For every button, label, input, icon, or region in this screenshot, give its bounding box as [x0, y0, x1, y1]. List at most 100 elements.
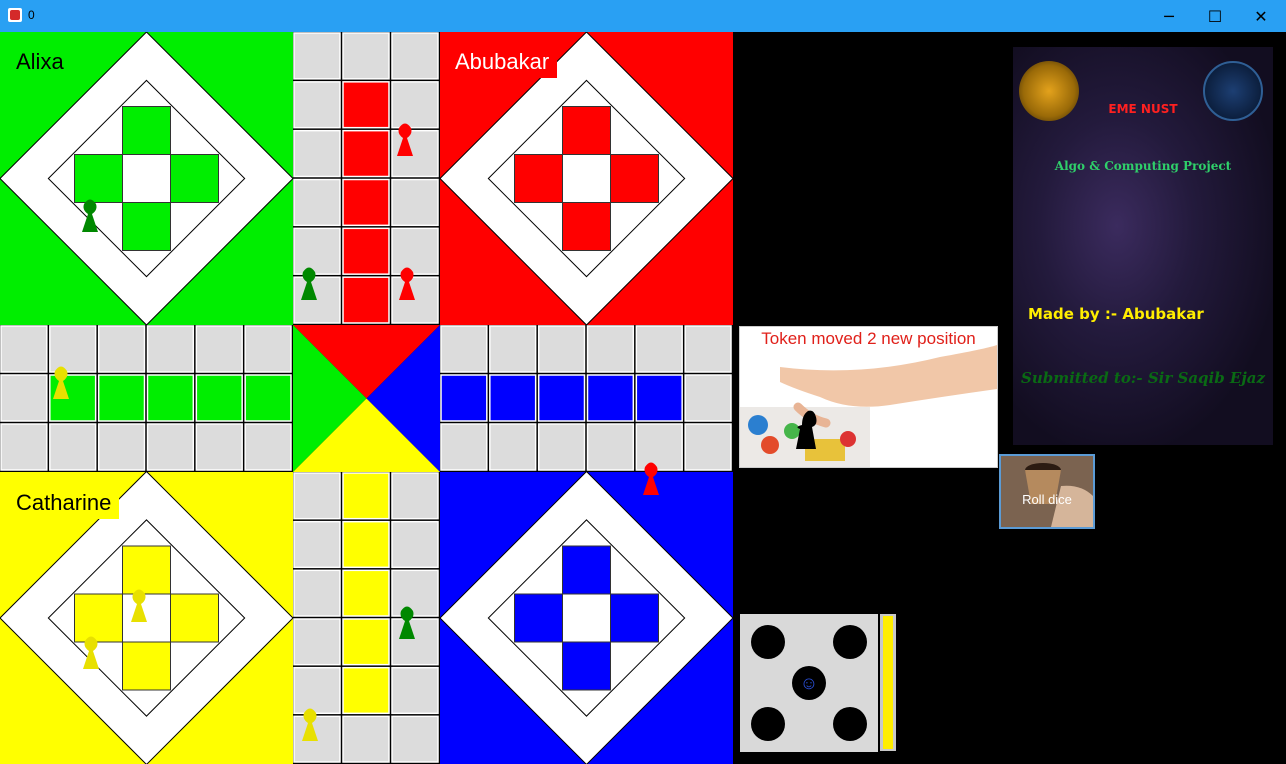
- home-red-slot: [562, 106, 611, 155]
- track-cell: [49, 325, 97, 373]
- track-cell: [440, 423, 488, 471]
- track-cell: [391, 472, 439, 520]
- track-cell: [684, 423, 732, 471]
- track-cell: [342, 520, 390, 569]
- submitted-to-text: Submitted to:- Sir Saqib Ejaz: [1021, 369, 1266, 387]
- track-cell: [195, 423, 243, 471]
- track-cell: [684, 374, 732, 422]
- track-cell: [342, 81, 390, 129]
- track-cell: [342, 618, 390, 666]
- roll-dice-button[interactable]: Roll dice: [999, 454, 1095, 529]
- track-cell: [342, 569, 390, 617]
- track-cell: [391, 178, 439, 227]
- track-cell: [391, 227, 439, 275]
- side-panel: EME NUST Algo & Computing Project Made b…: [733, 32, 1286, 764]
- track-cell: [586, 374, 635, 422]
- track-cell: [635, 325, 683, 373]
- power-meter-fill: [883, 616, 893, 749]
- track-cell: [342, 129, 390, 178]
- track-cell: [635, 423, 683, 471]
- home-red-slot: [514, 154, 563, 203]
- track-cell: [195, 374, 243, 422]
- track-cell: [244, 374, 292, 422]
- track-cell: [391, 276, 439, 324]
- track-cell: [489, 423, 537, 471]
- home-green-center: [122, 154, 171, 203]
- track-cell: [293, 276, 341, 324]
- track-cell: [440, 325, 488, 373]
- player-name-alixa: Alixa: [8, 46, 72, 78]
- track-cell: [293, 472, 341, 520]
- home-blue-slot: [562, 641, 611, 691]
- home-yellow-slot: [170, 593, 219, 643]
- track-cell: [440, 374, 488, 422]
- track-cell: [391, 81, 439, 129]
- home-blue-center: [562, 593, 611, 643]
- dice-pip: [833, 707, 868, 742]
- home-blue-slot: [562, 545, 611, 595]
- track-cell: [342, 178, 390, 227]
- player-name-catharine: Catharine: [8, 487, 120, 519]
- track-cell: [342, 715, 390, 763]
- home-red-slot: [562, 202, 611, 251]
- home-green-slot: [122, 106, 171, 155]
- track-cell: [635, 374, 683, 422]
- track-cell: [0, 325, 48, 373]
- project-subtitle: Algo & Computing Project: [1054, 159, 1232, 173]
- track-cell: [342, 472, 390, 520]
- home-red-center: [562, 154, 611, 203]
- home-red-slot: [610, 154, 659, 203]
- minimize-button[interactable]: ─: [1146, 0, 1192, 32]
- track-cell: [586, 325, 635, 373]
- home-blue-slot: [514, 593, 563, 643]
- track-cell: [0, 423, 48, 471]
- home-yellow-slot: [74, 593, 123, 643]
- track-cell: [97, 325, 146, 373]
- track-cell: [146, 374, 195, 422]
- track-cell: [537, 423, 586, 471]
- home-yellow-slot: [122, 545, 171, 595]
- track-cell: [684, 325, 732, 373]
- status-message-card: Token moved 2 new position: [739, 326, 998, 468]
- track-cell: [146, 423, 195, 471]
- track-cell: [293, 618, 341, 666]
- track-cell: [391, 520, 439, 569]
- track-cell: [537, 325, 586, 373]
- home-yellow-center: [122, 593, 171, 643]
- track-cell: [342, 666, 390, 715]
- ludo-board: Alixa Abubakar Catharine: [0, 32, 733, 764]
- app-icon: [8, 8, 22, 22]
- maximize-button[interactable]: ☐: [1192, 0, 1238, 32]
- board-canvas: [0, 32, 733, 764]
- close-button[interactable]: ✕: [1238, 0, 1284, 32]
- track-cell: [244, 325, 292, 373]
- made-by-text: Made by :- Abubakar: [1028, 305, 1204, 323]
- track-cell: [97, 374, 146, 422]
- home-green-slot: [170, 154, 219, 203]
- title-bar: 0 ─ ☐ ✕: [0, 0, 1286, 32]
- track-cell: [293, 227, 341, 275]
- track-cell: [0, 374, 48, 422]
- home-green-slot: [122, 202, 171, 251]
- home-green-slot: [74, 154, 123, 203]
- track-cell: [293, 569, 341, 617]
- hand-token-image: [740, 345, 997, 467]
- track-cell: [391, 618, 439, 666]
- project-title: EME NUST: [1108, 102, 1178, 116]
- track-cell: [293, 666, 341, 715]
- track-cell: [391, 32, 439, 80]
- track-cell: [537, 374, 586, 422]
- track-cell: [293, 32, 341, 80]
- window-title: 0: [28, 8, 35, 22]
- track-cell: [293, 81, 341, 129]
- track-cell: [195, 325, 243, 373]
- track-cell: [391, 569, 439, 617]
- track-cell: [489, 325, 537, 373]
- home-blue-slot: [610, 593, 659, 643]
- track-cell: [293, 129, 341, 178]
- project-info-card: EME NUST Algo & Computing Project Made b…: [1013, 47, 1273, 445]
- track-cell: [146, 325, 195, 373]
- track-cell: [342, 276, 390, 324]
- track-cell: [391, 666, 439, 715]
- dice-pip: [750, 624, 785, 659]
